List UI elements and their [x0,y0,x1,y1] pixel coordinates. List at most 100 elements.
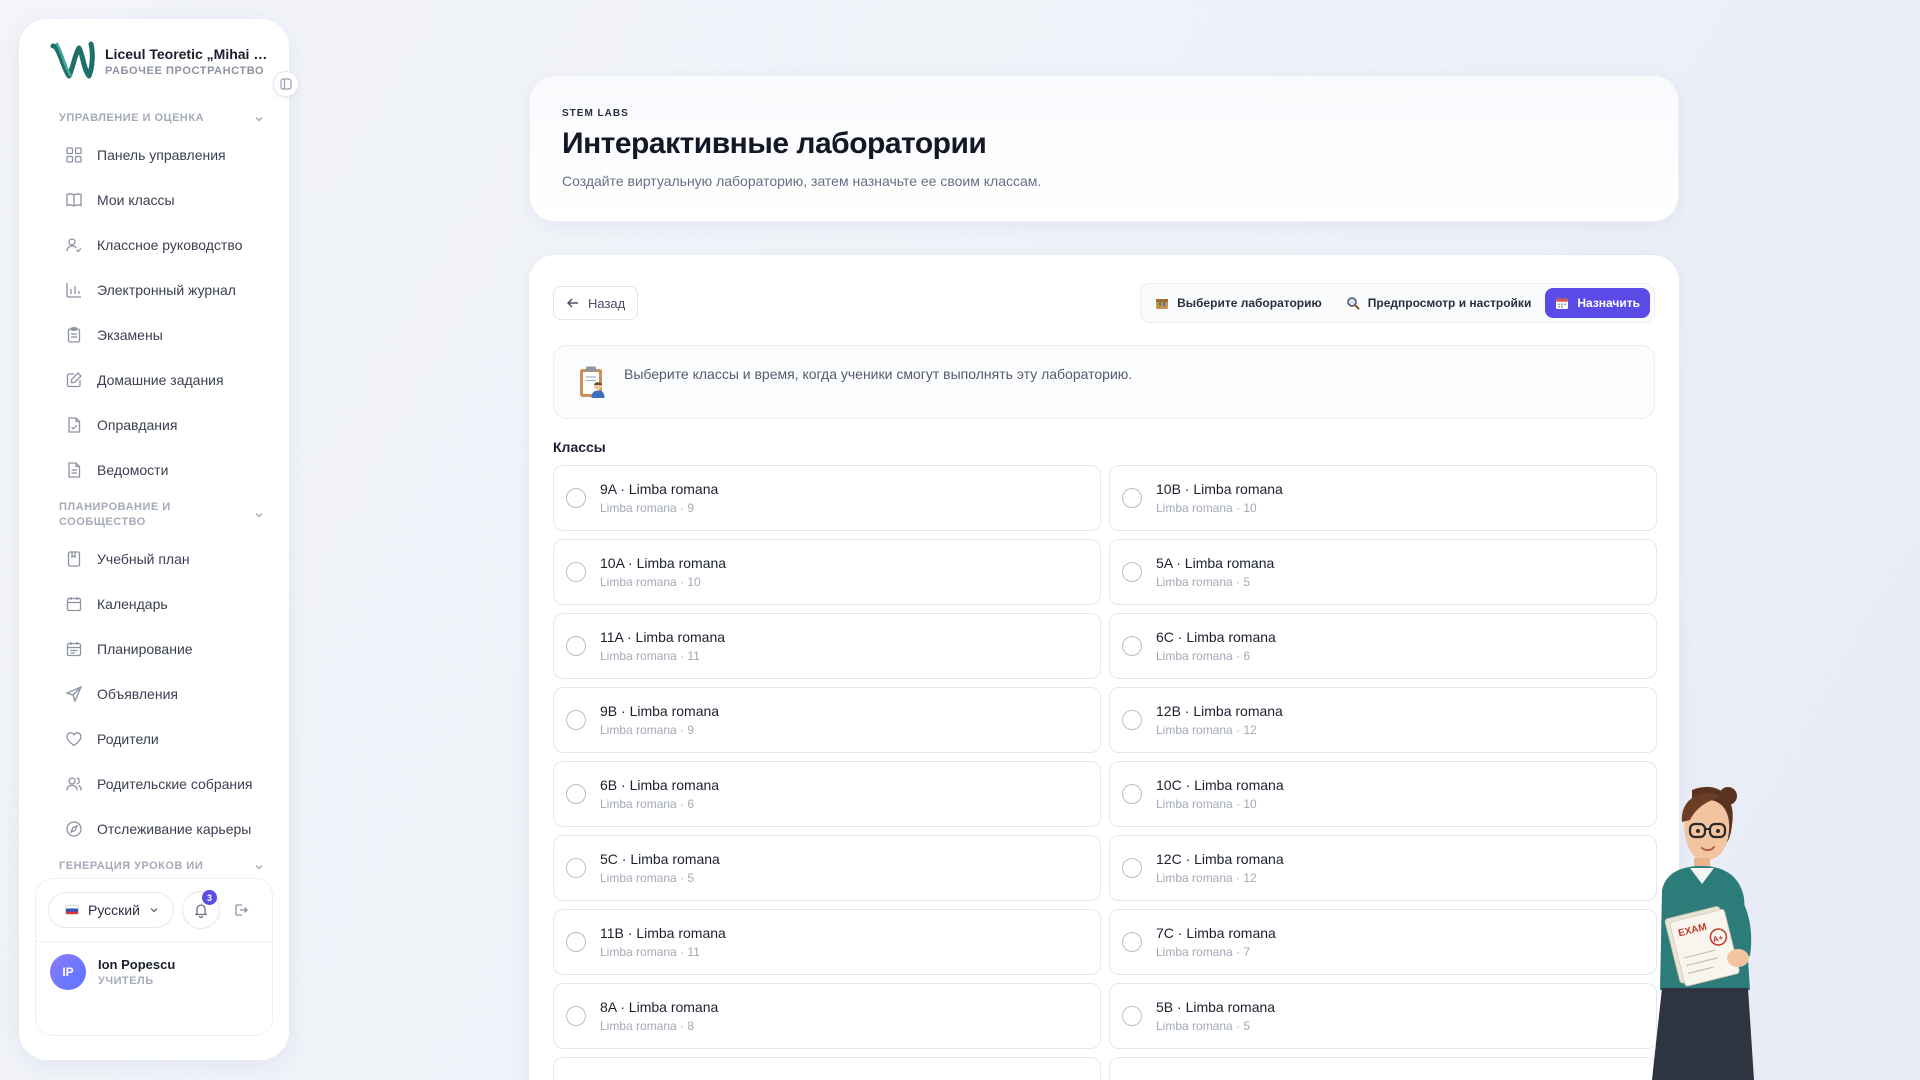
class-option[interactable]: 7C · Limba romana Limba romana · 7 [1109,909,1657,975]
class-option[interactable]: 11A · Limba romana Limba romana · 11 [553,613,1101,679]
section-header-planning[interactable]: ПЛАНИРОВАНИЕ И СООБЩЕСТВО [35,500,273,530]
radio-button[interactable] [566,784,586,804]
sidebar-item-gradebook[interactable]: Электронный журнал [35,267,273,312]
radio-button[interactable] [1122,562,1142,582]
clipboard-person-icon [580,366,605,398]
page-eyebrow: STEM LABS [562,108,629,119]
class-title: 12B · Limba romana [1156,703,1283,719]
sidebar-item-excuses[interactable]: Оправдания [35,402,273,447]
section-title: УПРАВЛЕНИЕ И ОЦЕНКА [59,112,205,124]
class-option[interactable]: 6B · Limba romana Limba romana · 6 [553,761,1101,827]
sidebar-item-dashboard[interactable]: Панель управления [35,132,273,177]
class-option[interactable] [553,1057,1101,1080]
class-subtitle: Limba romana · 10 [1156,501,1257,515]
file-text-icon [68,461,81,478]
radio-button[interactable] [1122,488,1142,508]
class-title: 9A · Limba romana [600,481,719,497]
step-select-lab[interactable]: Выберите лабораторию [1145,288,1332,318]
class-title: 11A · Limba romana [600,629,726,645]
class-option[interactable]: 9B · Limba romana Limba romana · 9 [553,687,1101,753]
page-title: Интерактивные лаборатории [562,127,987,160]
radio-button[interactable] [566,858,586,878]
class-option[interactable]: 11B · Limba romana Limba romana · 11 [553,909,1101,975]
user-profile[interactable]: IP Ion Popescu УЧИТЕЛЬ [48,954,260,990]
chevron-down-icon [255,116,263,122]
class-option[interactable]: 8A · Limba romana Limba romana · 8 [553,983,1101,1049]
class-option[interactable]: 5B · Limba romana Limba romana · 5 [1109,983,1657,1049]
sidebar-item-planning[interactable]: Планирование [35,626,273,671]
classes-heading: Классы [553,439,606,455]
notifications-button[interactable]: 3 [181,890,220,929]
logout-button[interactable] [228,897,254,923]
sidebar-item-parents[interactable]: Родители [35,716,273,761]
brand-subtitle: РАБОЧЕЕ ПРОСТРАНСТВО [105,64,265,77]
sidebar-item-label: Электронный журнал [97,281,236,298]
sidebar-item-label: Отслеживание карьеры [97,820,252,837]
sidebar-item-calendar[interactable]: Календарь [35,581,273,626]
language-select[interactable]: Русский [48,892,174,928]
radio-button[interactable] [566,1006,586,1026]
avatar: IP [50,954,86,990]
back-button[interactable]: Назад [553,286,639,320]
class-option[interactable]: 5C · Limba romana Limba romana · 5 [553,835,1101,901]
sidebar-item-career-tracking[interactable]: Отслеживание карьеры [35,806,273,851]
heart-icon [66,731,82,746]
sidebar-collapse-button[interactable] [273,71,299,97]
class-option[interactable]: 5A · Limba romana Limba romana · 5 [1109,539,1657,605]
divider [36,941,272,942]
radio-button[interactable] [1122,932,1142,952]
radio-button[interactable] [1122,858,1142,878]
info-text: Выберите классы и время, когда ученики с… [624,366,1133,382]
class-title: 10B · Limba romana [1156,481,1283,497]
class-title: 11B · Limba romana [600,925,726,941]
radio-button[interactable] [566,562,586,582]
radio-button[interactable] [1122,1006,1142,1026]
class-subtitle: Limba romana · 5 [600,871,695,885]
step-preview-settings[interactable]: Предпросмотр и настройки [1336,288,1542,318]
radio-button[interactable] [1122,784,1142,804]
radio-button[interactable] [566,932,586,952]
edit-note-icon [66,371,82,387]
sidebar-item-label: Экзамены [97,326,163,343]
class-option[interactable]: 10A · Limba romana Limba romana · 10 [553,539,1101,605]
class-option[interactable]: 6C · Limba romana Limba romana · 6 [1109,613,1657,679]
step-assign[interactable]: Назначить [1545,288,1650,318]
class-option[interactable] [1109,1057,1657,1080]
radio-button[interactable] [566,488,586,508]
radio-button[interactable] [1122,710,1142,730]
class-option[interactable]: 10B · Limba romana Limba romana · 10 [1109,465,1657,531]
class-title: 10A · Limba romana [600,555,727,571]
sidebar-item-exams[interactable]: Экзамены [35,312,273,357]
sidebar-item-label: Домашние задания [97,371,224,388]
radio-button[interactable] [566,636,586,656]
section-header-ai-lessons[interactable]: ГЕНЕРАЦИЯ УРОКОВ ИИ [35,859,273,874]
sidebar-item-curriculum[interactable]: Учебный план [35,536,273,581]
class-option[interactable]: 10C · Limba romana Limba romana · 10 [1109,761,1657,827]
step-label: Назначить [1577,296,1640,310]
sidebar: Liceul Teoretic „Mihai Eminescu” РАБОЧЕЕ… [19,19,299,1060]
sidebar-footer: Русский 3 IP Ion Popescu УЧИТЕЛЬ [35,878,273,1036]
calendar-list-icon [66,641,82,656]
sidebar-item-announcements[interactable]: Объявления [35,671,273,716]
assign-panel: Назад Выберите лабораторию Предпросмотр … [529,255,1679,1080]
brand[interactable]: Liceul Teoretic „Mihai Eminescu” РАБОЧЕЕ… [35,37,299,97]
class-subtitle: Limba romana · 5 [1156,575,1251,589]
class-option[interactable]: 12B · Limba romana Limba romana · 12 [1109,687,1657,753]
sidebar-item-reports[interactable]: Ведомости [35,447,273,492]
sidebar-item-my-classes[interactable]: Мои классы [35,177,273,222]
radio-button[interactable] [566,710,586,730]
section-title: ГЕНЕРАЦИЯ УРОКОВ ИИ [59,860,204,872]
sidebar-item-label: Родители [97,730,159,747]
sidebar-item-homeroom[interactable]: Классное руководство [35,222,273,267]
file-check-icon [68,416,81,433]
radio-button[interactable] [1122,636,1142,656]
send-icon [65,685,83,703]
sidebar-item-label: Мои классы [97,191,175,208]
page-header: STEM LABS Интерактивные лаборатории Созд… [529,75,1679,222]
sidebar-item-label: Оправдания [97,416,178,433]
sidebar-item-parent-meetings[interactable]: Родительские собрания [35,761,273,806]
class-option[interactable]: 12C · Limba romana Limba romana · 12 [1109,835,1657,901]
section-header-management[interactable]: УПРАВЛЕНИЕ И ОЦЕНКА [35,111,273,126]
class-option[interactable]: 9A · Limba romana Limba romana · 9 [553,465,1101,531]
sidebar-item-homework[interactable]: Домашние задания [35,357,273,402]
